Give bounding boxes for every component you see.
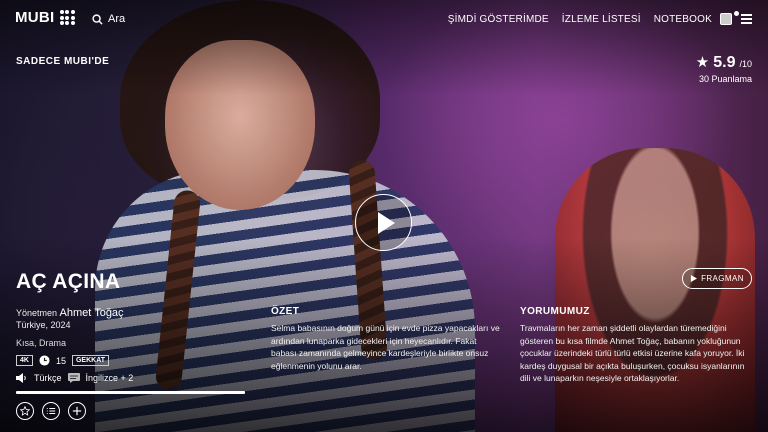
menu-item-notebook[interactable]: NOTEBOOK [654,14,712,25]
star-icon: ★ [695,54,710,71]
main-menu: ŞİMDİ GÖSTERİMDE İZLEME LİSTESİ NOTEBOOK [448,14,712,25]
add-icon [72,406,82,416]
trailer-button[interactable]: FRAGMAN [682,268,752,289]
speaker-icon [16,373,26,383]
mubi-logo[interactable]: MUBI [15,9,75,26]
film-actions [16,402,86,420]
rating-out-of: /10 [739,59,752,69]
country-year: Türkiye, 2024 [16,320,71,330]
clock-icon [39,355,50,366]
rating-count: 30 Puanlama [698,74,752,84]
trailer-label: FRAGMAN [701,274,744,283]
play-icon [378,212,395,234]
play-small-icon [690,275,698,282]
watch-progress-bar [16,391,245,394]
exclusive-label: SADECE MUBI'DE [16,56,110,67]
genres: Kısa, Drama [16,338,67,348]
play-button[interactable] [355,194,412,251]
audio-language: Türkçe [34,373,62,383]
age-rating-badge: GEKKAT [71,355,110,366]
duration: 15 [55,355,66,366]
review-text: Travmaların her zaman şiddetli olaylarda… [520,323,745,383]
director-prefix: Yönetmen [16,308,58,318]
search-label: Ara [108,13,126,25]
add-to-watchlist-button[interactable] [68,402,86,420]
menu-item-now-showing[interactable]: ŞİMDİ GÖSTERİMDE [448,14,549,25]
film-badges: 4K 15 GEKKAT [16,355,110,366]
rating-block: ★ 5.9 /10 30 Puanlama [696,53,752,84]
director-line: Yönetmen Ahmet Toğaç [16,307,124,319]
synopsis-text: Selma babasının doğum günü için evde piz… [271,323,500,371]
synopsis-heading: ÖZET [271,306,300,317]
top-nav: MUBI Ara ŞİMDİ GÖSTERİMDE İZLEME LİSTESİ… [0,0,768,40]
add-to-list-button[interactable] [42,402,60,420]
film-meta: Yönetmen Ahmet Toğaç Türkiye, 2024 Kısa,… [16,307,124,349]
quality-badge: 4K [16,355,33,366]
review-heading: YORUMUMUZ [520,306,590,317]
subtitles-icon [67,373,80,383]
director-link[interactable]: Ahmet Toğaç [60,307,124,319]
notification-dot [734,11,739,16]
language-line: Türkçe İngilizce + 2 [16,373,133,383]
search-icon [92,13,103,25]
menu-item-watchlist[interactable]: İZLEME LİSTESİ [562,14,641,25]
rate-star-icon [20,406,30,416]
film-title: AÇ AÇINA [16,270,121,293]
search-button[interactable]: Ara [92,13,125,25]
subtitle-languages: İngilizce + 2 [85,373,134,383]
rate-button[interactable] [16,402,34,420]
logo-text: MUBI [15,9,55,26]
avatar-icon[interactable] [720,13,732,25]
synopsis-section: ÖZET Selma babasının doğum günü için evd… [271,306,503,372]
review-section: YORUMUMUZ Travmaların her zaman şiddetli… [520,306,752,385]
menu-icon[interactable] [741,14,752,24]
logo-dots-icon [59,10,75,25]
rating-score: 5.9 [713,54,736,71]
list-icon [46,408,56,414]
